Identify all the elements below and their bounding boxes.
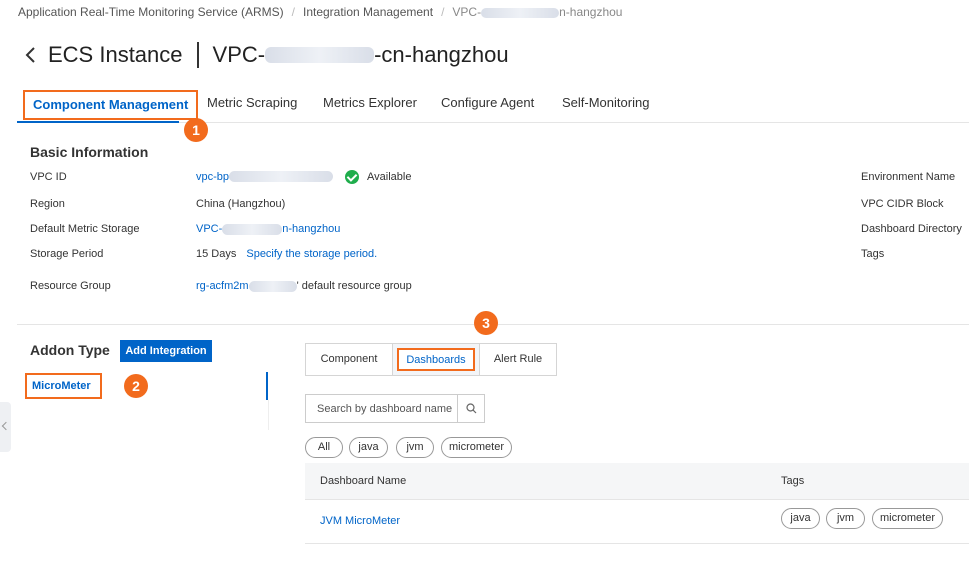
vpc-id-label: VPC ID: [30, 171, 67, 183]
vpc-id-value: vpc-bp Available: [196, 169, 411, 184]
tags-label: Tags: [861, 248, 885, 260]
addon-type-title: Addon Type: [30, 342, 110, 358]
tab-self-monitoring[interactable]: Self-Monitoring: [562, 87, 649, 121]
breadcrumb: Application Real-Time Monitoring Service…: [18, 5, 623, 19]
filter-tag-java[interactable]: java: [349, 437, 388, 458]
resource-group-label: Resource Group: [30, 280, 111, 292]
search-icon: [465, 403, 476, 414]
redacted-text: [229, 171, 334, 182]
dashboard-table-header: Dashboard Name Tags: [305, 463, 969, 500]
redacted-text: [222, 223, 283, 235]
page-title: ECS Instance: [48, 42, 183, 67]
back-arrow-icon[interactable]: [22, 45, 40, 65]
dashboard-directory-label: Dashboard Directory: [861, 223, 962, 235]
row-tag-jvm: jvm: [826, 508, 865, 529]
row-tag-micrometer: micrometer: [872, 508, 943, 529]
table-row: JVM MicroMeter java jvm micrometer: [305, 500, 969, 544]
row-tag-java: java: [781, 508, 820, 529]
redacted-text: [481, 7, 560, 18]
region-label: Region: [30, 198, 65, 210]
specify-storage-period-link[interactable]: Specify the storage period.: [246, 248, 377, 260]
basic-info-title: Basic Information: [30, 144, 149, 160]
add-integration-button[interactable]: Add Integration: [120, 340, 212, 362]
storage-value[interactable]: VPC-n-hangzhou: [196, 223, 340, 235]
redacted-text: [265, 47, 375, 63]
breadcrumb-current: VPC-n-hangzhou: [452, 5, 623, 19]
filter-tag-all[interactable]: All: [305, 437, 343, 458]
segment-alert-rule[interactable]: Alert Rule: [479, 343, 557, 376]
resource-group-link[interactable]: rg-acfm2m: [196, 280, 249, 292]
title-divider: [196, 42, 199, 68]
filter-tag-micrometer[interactable]: micrometer: [441, 437, 512, 458]
filter-tag-jvm[interactable]: jvm: [396, 437, 434, 458]
segment-component[interactable]: Component: [305, 343, 393, 376]
tab-metrics-explorer[interactable]: Metrics Explorer: [323, 87, 417, 121]
vpc-id-link[interactable]: vpc-bp: [196, 171, 229, 183]
segment-dashboards[interactable]: Dashboards: [397, 348, 475, 371]
period-value: 15 Days Specify the storage period.: [196, 248, 378, 260]
tab-configure-agent[interactable]: Configure Agent: [441, 87, 534, 121]
dashboard-search-input[interactable]: [306, 395, 457, 422]
annotation-badge-3: 3: [474, 311, 498, 335]
addon-item-micrometer[interactable]: MicroMeter: [25, 373, 102, 399]
column-tags: Tags: [781, 475, 805, 487]
tab-metric-scraping[interactable]: Metric Scraping: [207, 87, 297, 121]
page-title-row: ECS Instance VPC- -cn-hangzhou: [22, 40, 509, 70]
column-dashboard-name: Dashboard Name: [320, 475, 407, 487]
resource-group-value: rg-acfm2m ' default resource group: [196, 280, 412, 292]
vpc-cidr-label: VPC CIDR Block: [861, 198, 944, 210]
segment-dashboards-wrapper: Dashboards: [392, 343, 480, 376]
period-label: Storage Period: [30, 248, 104, 260]
status-text: Available: [367, 170, 412, 183]
vpc-title: VPC- -cn-hangzhou: [212, 42, 509, 67]
annotation-badge-1: 1: [184, 118, 208, 142]
environment-name-label: Environment Name: [861, 171, 956, 183]
dashboard-search: [305, 394, 485, 423]
tab-component-management[interactable]: Component Management: [23, 90, 199, 120]
breadcrumb-arms[interactable]: Application Real-Time Monitoring Service…: [18, 5, 284, 19]
breadcrumb-integration-management[interactable]: Integration Management: [303, 5, 433, 19]
addon-active-indicator: [266, 372, 268, 400]
annotation-badge-2: 2: [124, 374, 148, 398]
storage-label: Default Metric Storage: [30, 223, 140, 235]
redacted-text: [248, 280, 297, 292]
check-circle-icon: [345, 169, 360, 184]
region-value: China (Hangzhou): [196, 198, 286, 210]
collapse-sidebar-handle[interactable]: [0, 402, 11, 452]
dashboard-link-jvm-micrometer[interactable]: JVM MicroMeter: [320, 515, 400, 527]
main-tabs: Component Management Metric Scraping Met…: [17, 87, 969, 123]
addon-panel-divider: [268, 400, 269, 430]
search-button[interactable]: [457, 395, 484, 422]
active-tab-underline: [17, 121, 179, 123]
